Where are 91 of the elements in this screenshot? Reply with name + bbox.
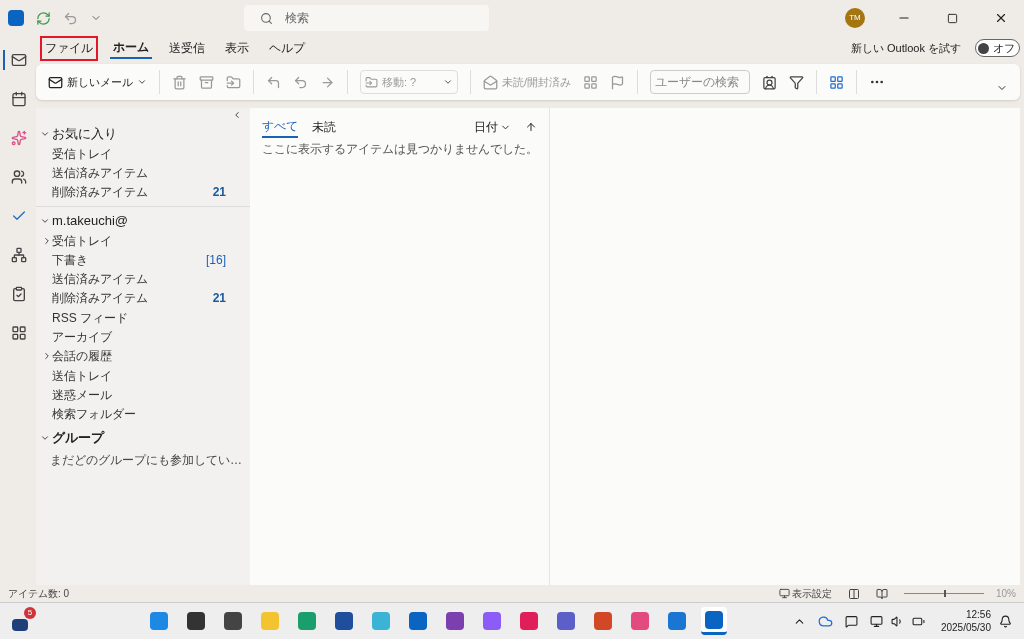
collapse-pane-icon[interactable] (232, 110, 242, 120)
taskbar-app-icon[interactable] (700, 607, 727, 635)
folder-name: 受信トレイ (52, 145, 113, 163)
folder-item[interactable]: 送信トレイ (36, 365, 250, 386)
folder-name: RSS フィード (52, 309, 129, 327)
folder-section-header[interactable]: グループ (36, 427, 250, 448)
zoom-reading: 10% (996, 587, 1016, 601)
folder-item[interactable]: RSS フィード (36, 308, 250, 328)
sync-icon[interactable] (36, 10, 51, 26)
apps-icon[interactable] (829, 74, 845, 90)
folder-item[interactable]: 迷惑メール (36, 385, 250, 405)
flag-icon[interactable] (610, 74, 626, 90)
move-folder-icon[interactable] (226, 74, 241, 90)
folder-item[interactable]: 受信トレイ (36, 144, 250, 164)
avatar[interactable]: TM (845, 8, 865, 28)
reply-all-icon[interactable] (293, 74, 308, 90)
folder-count: 21 (212, 290, 226, 308)
folder-count: 21 (212, 184, 226, 202)
people-search-field[interactable]: ユーザーの検索 (650, 70, 751, 94)
clock[interactable]: 12:56 2025/05/30 (940, 608, 991, 634)
reply-icon[interactable] (266, 74, 281, 90)
sort-button[interactable]: 日付 (474, 118, 511, 136)
folder-name: 削除済みアイテム (52, 290, 149, 308)
search-field[interactable]: 検索 (244, 5, 489, 31)
view-settings-button[interactable]: 表示設定 (779, 586, 832, 601)
volume-icon[interactable] (890, 614, 904, 628)
try-new-outlook-label: 新しい Outlook を試す (850, 40, 961, 56)
filter-icon[interactable] (789, 74, 805, 90)
notification-icon[interactable] (999, 614, 1012, 628)
maximize-icon[interactable] (947, 12, 958, 24)
folder-name: 下書き (52, 251, 89, 269)
archive-icon[interactable] (199, 74, 214, 90)
forward-icon[interactable] (320, 74, 335, 90)
folder-name: 受信トレイ (52, 232, 113, 250)
ribbon-tab[interactable]: ヘルプ (266, 37, 308, 59)
folder-name: 検索フォルダー (52, 406, 137, 424)
folder-icon (365, 75, 378, 89)
empty-message: ここに表示するアイテムは見つかりませんでした。 (262, 142, 537, 157)
delete-icon[interactable] (172, 74, 187, 90)
expand-icon[interactable] (42, 351, 52, 362)
mail-icon (48, 74, 63, 90)
monitor-icon (779, 588, 790, 599)
undo-icon[interactable] (63, 10, 78, 26)
item-count: アイテム数: 0 (8, 587, 70, 601)
move-label: 移動: ? (382, 74, 418, 90)
cloud-icon[interactable] (817, 613, 833, 629)
reading-view-icon[interactable] (876, 587, 888, 600)
folder-item[interactable]: 下書き [16] (36, 250, 250, 270)
filter-tab[interactable]: 未読 (312, 116, 336, 138)
folder-item[interactable]: 会話の履歴 (36, 346, 250, 366)
folder-item[interactable]: 送信済みアイテム (36, 163, 250, 183)
ribbon-tab[interactable]: ホーム (110, 37, 152, 59)
categorize-icon[interactable] (583, 74, 599, 90)
folder-name: 削除済みアイテム (52, 184, 149, 202)
folder-name: 送信トレイ (52, 367, 113, 385)
folder-item[interactable]: 検索フォルダー (36, 404, 250, 424)
folder-section-header[interactable]: お気に入り (36, 124, 250, 144)
folder-section-header[interactable]: m.takeuchi@ (36, 210, 250, 231)
expand-icon[interactable] (42, 235, 52, 246)
ribbon-tab[interactable]: 表示 (222, 37, 252, 59)
widgets-icon[interactable] (12, 619, 28, 631)
search-icon (260, 11, 273, 25)
folder-name: 会話の履歴 (52, 348, 113, 366)
folder-item[interactable]: アーカイブ (36, 327, 250, 347)
ribbon-tab[interactable]: 送受信 (166, 37, 208, 59)
folder-item[interactable]: 削除済みアイテム 21 (36, 182, 250, 202)
sort-direction-icon[interactable] (525, 121, 537, 133)
folder-item[interactable]: 削除済みアイテム 21 (36, 288, 250, 309)
search-placeholder: 検索 (285, 10, 309, 27)
filter-tab[interactable]: すべて (262, 116, 298, 138)
notification-badge: 5 (24, 607, 36, 619)
normal-view-icon[interactable] (848, 587, 860, 600)
caret-icon (137, 77, 147, 87)
new-outlook-toggle[interactable]: オフ (975, 39, 1020, 57)
folder-name: 迷惑メール (52, 386, 113, 404)
input-method-icon[interactable] (844, 614, 858, 628)
folder-count: [16] (206, 251, 226, 269)
groups-empty-note: まだどのグループにも参加してい… (49, 451, 243, 469)
folder-name: 送信済みアイテム (52, 164, 149, 182)
open-envelope-icon (483, 74, 498, 90)
caret-icon (443, 77, 453, 87)
folder-name: 送信済みアイテム (52, 271, 149, 289)
folder-name: アーカイブ (52, 329, 113, 346)
close-icon[interactable] (994, 11, 1008, 25)
ribbon-tab[interactable]: ファイル (42, 37, 96, 59)
address-book-icon[interactable] (762, 74, 778, 90)
network-icon[interactable] (869, 614, 883, 628)
chevron-down-icon (40, 129, 50, 139)
folder-item[interactable]: 受信トレイ (36, 230, 250, 251)
new-mail-button[interactable]: 新しいメール (48, 73, 147, 91)
folder-item[interactable]: 送信済みアイテム (36, 269, 250, 289)
